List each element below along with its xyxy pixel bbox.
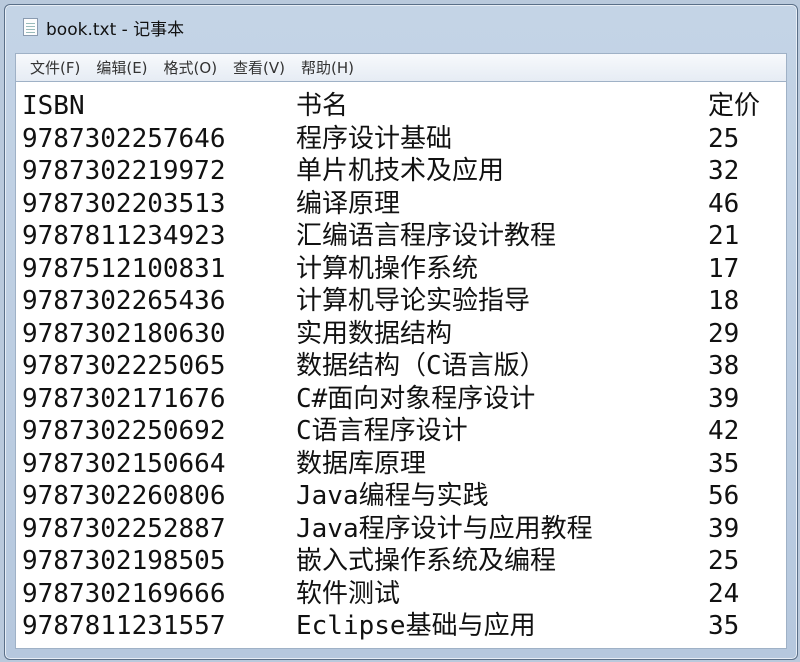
menu-format[interactable]: 格式(O) — [156, 55, 226, 80]
menu-view[interactable]: 查看(V) — [225, 55, 293, 80]
line-isbn: 9787302257646 — [22, 123, 226, 154]
line-isbn: 9787302219972 — [22, 156, 226, 186]
line-title: 实用数据结构 — [296, 318, 453, 349]
line-title: 软件测试 — [296, 578, 401, 609]
line-price: 39 — [708, 513, 740, 544]
line-isbn: 9787302252887 — [22, 513, 226, 544]
menu-bar: 文件(F) 编辑(E) 格式(O) 查看(V) 帮助(H) — [15, 53, 787, 81]
menu-file[interactable]: 文件(F) — [22, 55, 88, 80]
window-title: book.txt - 记事本 — [46, 19, 185, 40]
text-line: 9787302257646 程序设计基础 25 — [22, 123, 786, 156]
line-isbn: 9787512100831 — [22, 253, 226, 284]
line-price: 35 — [708, 448, 740, 479]
line-title: 数据结构（C语言版） — [296, 351, 546, 381]
text-editor[interactable]: ISBN 书名 定价 9787302257646 程序设计基础 25 97873022… — [15, 81, 787, 649]
line-title: 计算机导论实验指导 — [296, 286, 531, 316]
line-price: 46 — [708, 188, 740, 219]
text-line: 9787302265436 计算机导论实验指导 18 — [22, 285, 786, 318]
notepad-icon[interactable] — [23, 18, 38, 36]
line-isbn: 9787302265436 — [22, 286, 226, 316]
text-line: 9787302150664 数据库原理 35 — [22, 448, 786, 481]
line-title: 编译原理 — [296, 188, 401, 219]
line-title: 汇编语言程序设计教程 — [296, 221, 557, 251]
line-isbn: 9787302180630 — [22, 318, 226, 349]
line-title: 程序设计基础 — [296, 123, 453, 154]
text-line: 9787302169666 软件测试 24 — [22, 578, 786, 611]
line-price: 42 — [708, 416, 740, 446]
line-price: 29 — [708, 318, 740, 349]
line-isbn: 9787302260806 — [22, 481, 226, 511]
line-price: 39 — [708, 383, 740, 414]
line-price: 17 — [708, 253, 740, 284]
header-price: 定价 — [708, 91, 761, 121]
text-line: 9787302203513 编译原理 46 — [22, 188, 786, 221]
line-price: 18 — [708, 286, 740, 316]
line-title: Java程序设计与应用教程 — [296, 513, 593, 544]
text-line: 9787302225065 数据结构（C语言版） 38 — [22, 350, 786, 383]
line-price: 21 — [708, 221, 740, 251]
text-line: 9787302250692 C语言程序设计 42 — [22, 415, 786, 448]
header-line: ISBN 书名 定价 — [22, 90, 786, 123]
text-line: 9787302171676 C#面向对象程序设计 39 — [22, 383, 786, 416]
text-line: 9787302260806 Java编程与实践 56 — [22, 480, 786, 513]
line-isbn: 9787302150664 — [22, 448, 226, 479]
line-isbn: 9787302250692 — [22, 416, 226, 446]
line-isbn: 9787302203513 — [22, 188, 226, 219]
text-line: 9787302252887 Java程序设计与应用教程 39 — [22, 513, 786, 546]
line-price: 38 — [708, 351, 740, 381]
text-line: 9787811234923 汇编语言程序设计教程 21 — [22, 220, 786, 253]
notepad-window: book.txt - 记事本 文件(F) 编辑(E) 格式(O) 查看(V) 帮… — [4, 4, 798, 660]
menu-help[interactable]: 帮助(H) — [293, 55, 362, 80]
line-title: Java编程与实践 — [296, 481, 489, 511]
line-price: 56 — [708, 481, 740, 511]
line-isbn: 9787302225065 — [22, 351, 226, 381]
menu-edit[interactable]: 编辑(E) — [88, 55, 155, 80]
line-title: 计算机操作系统 — [296, 253, 479, 284]
header-isbn: ISBN — [22, 91, 85, 121]
line-isbn: 9787302169666 — [22, 578, 226, 609]
line-title: 单片机技术及应用 — [296, 156, 505, 186]
text-content: ISBN 书名 定价 9787302257646 程序设计基础 25 97873022… — [22, 90, 786, 643]
line-title: C#面向对象程序设计 — [296, 383, 536, 414]
text-line: 9787811231557 Eclipse基础与应用 35 — [22, 610, 786, 643]
line-title: 数据库原理 — [296, 448, 427, 479]
text-line: 9787302198505 嵌入式操作系统及编程 25 — [22, 545, 786, 578]
line-price: 25 — [708, 123, 740, 154]
text-line: 9787302180630 实用数据结构 29 — [22, 318, 786, 351]
line-price: 25 — [708, 546, 740, 576]
line-price: 24 — [708, 578, 740, 609]
line-isbn: 9787302171676 — [22, 383, 226, 414]
text-line: 9787302219972 单片机技术及应用 32 — [22, 155, 786, 188]
line-price: 32 — [708, 156, 740, 186]
line-price: 35 — [708, 611, 740, 641]
line-title: Eclipse基础与应用 — [296, 611, 536, 641]
line-title: 嵌入式操作系统及编程 — [296, 546, 557, 576]
header-title: 书名 — [296, 91, 349, 121]
title-bar[interactable]: book.txt - 记事本 — [5, 5, 797, 49]
line-title: C语言程序设计 — [296, 416, 468, 446]
line-isbn: 9787302198505 — [22, 546, 226, 576]
line-isbn: 9787811234923 — [22, 221, 226, 251]
text-line: 9787512100831 计算机操作系统 17 — [22, 253, 786, 286]
line-isbn: 9787811231557 — [22, 611, 226, 641]
